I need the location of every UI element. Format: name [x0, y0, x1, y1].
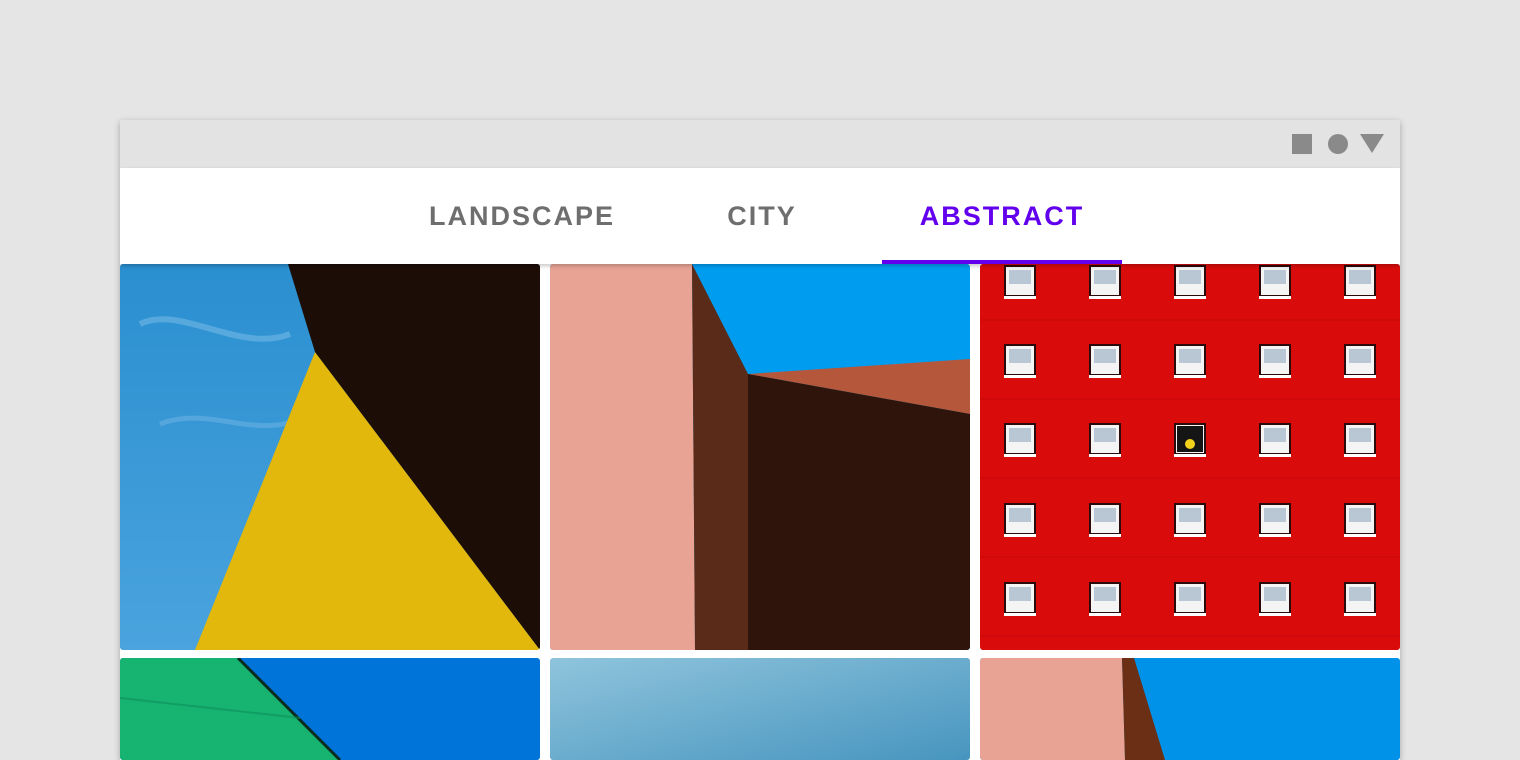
triangle-icon[interactable] — [1360, 134, 1384, 153]
pink-wall-blue-sky-photo[interactable] — [550, 264, 970, 650]
tab-abstract[interactable]: ABSTRACT — [882, 168, 1122, 264]
tab-city[interactable]: CITY — [640, 168, 884, 264]
app-window: LANDSCAPE CITY ABSTRACT — [120, 120, 1400, 760]
window-titlebar — [120, 120, 1400, 168]
red-facade-windows-photo[interactable] — [980, 264, 1400, 650]
light-blue-gradient-photo[interactable] — [550, 658, 970, 760]
tab-bar: LANDSCAPE CITY ABSTRACT — [120, 168, 1400, 264]
green-panel-blue-sky-photo[interactable] — [120, 658, 540, 760]
yellow-wall-blue-sky-photo[interactable] — [120, 264, 540, 650]
pink-wall-corner-photo[interactable] — [980, 658, 1400, 760]
circle-icon[interactable] — [1328, 134, 1348, 154]
photo-grid — [120, 264, 1400, 760]
square-icon[interactable] — [1292, 134, 1312, 154]
tab-landscape[interactable]: LANDSCAPE — [400, 168, 644, 264]
